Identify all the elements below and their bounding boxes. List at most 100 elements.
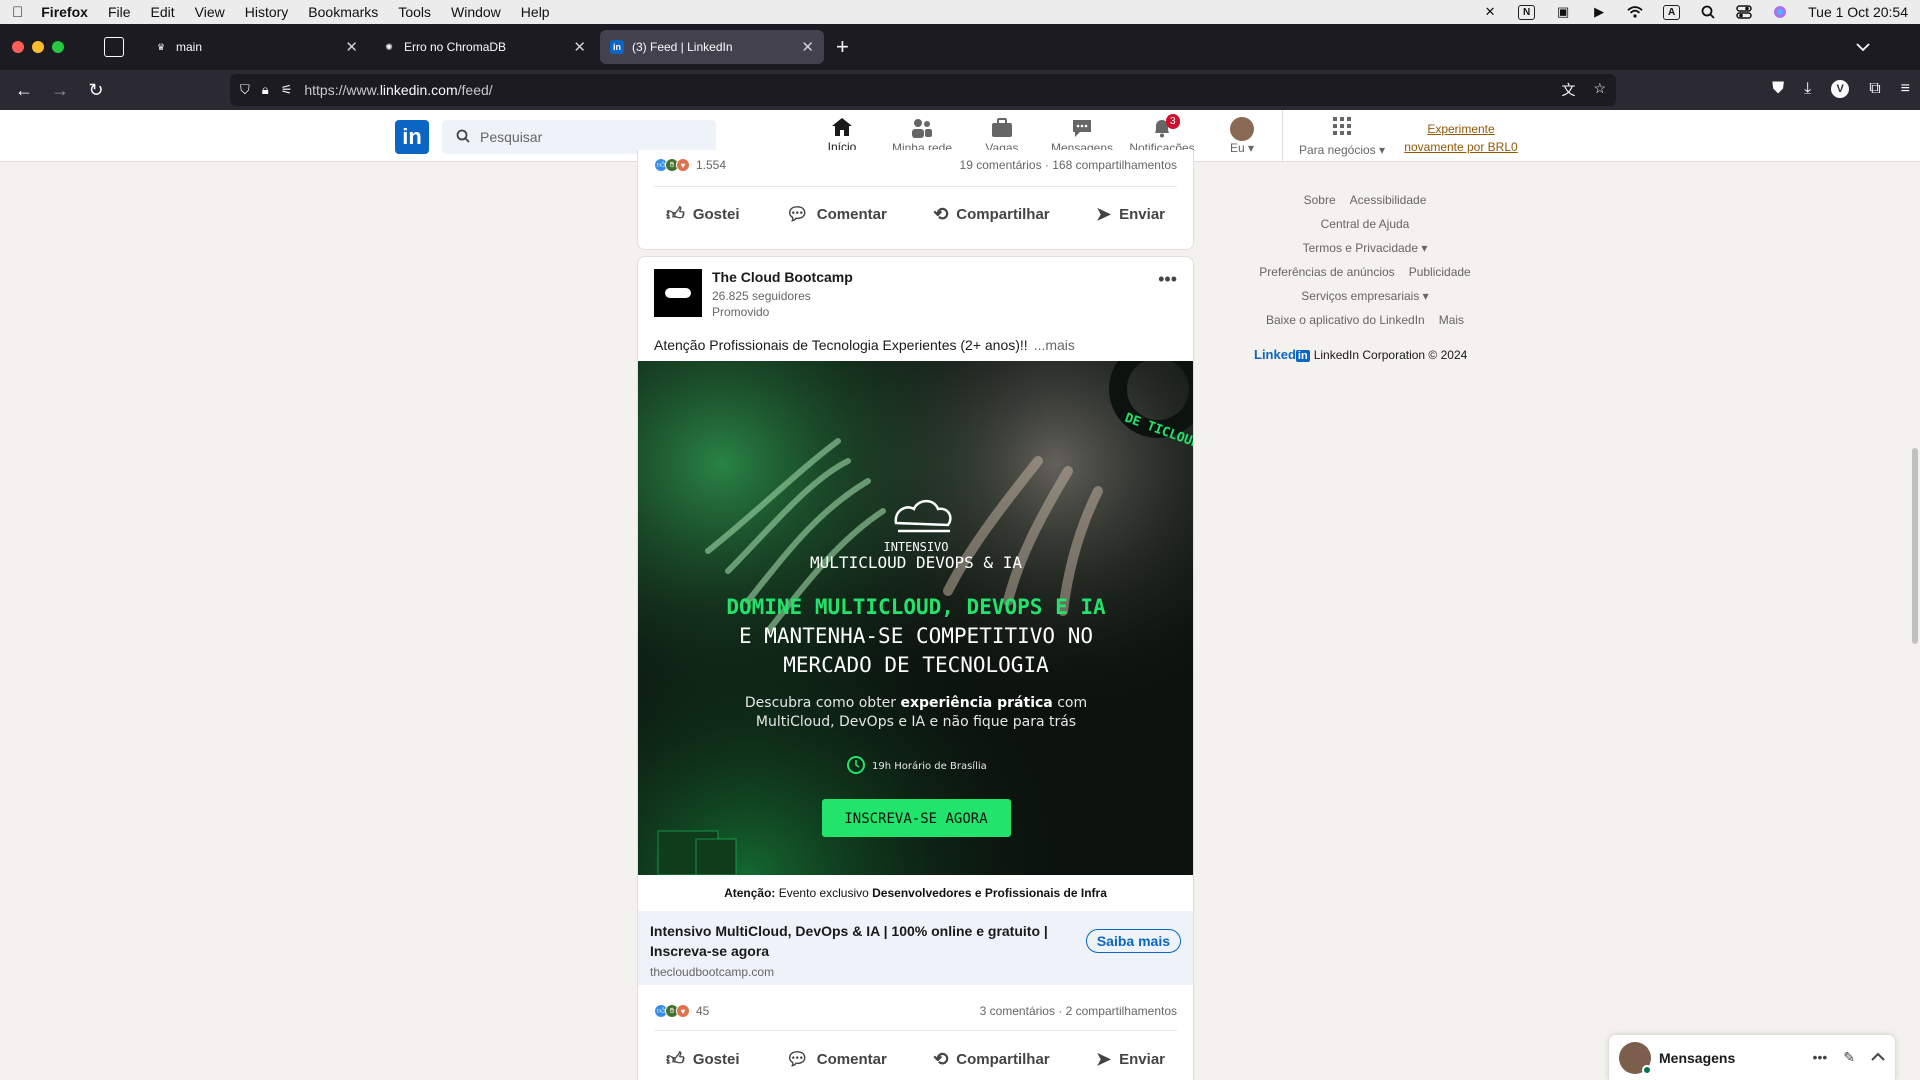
messaging-overlay[interactable]: Mensagens ••• ✎ [1608,1034,1896,1080]
company-logo[interactable] [654,269,702,317]
chat-icon [1070,117,1094,141]
reaction-icons[interactable]: 👍︎ ✋︎ ♥ [654,1004,690,1018]
input-source-icon[interactable]: A [1663,4,1681,20]
close-x-status-icon[interactable]: ✕ [1482,4,1498,19]
footer-link-accessibility[interactable]: Acessibilidade [1350,188,1427,212]
extensions-puzzle-icon[interactable]: ⧉ [1869,80,1880,98]
forward-arrow-icon[interactable]: → [42,80,78,101]
chevron-up-icon[interactable] [1871,1049,1885,1066]
footer-link-advertising[interactable]: Publicidade [1409,260,1471,284]
menu-edit[interactable]: Edit [151,4,175,20]
premium-line-1: Experimente [1427,122,1495,136]
notion-status-icon[interactable]: N [1518,4,1536,20]
post-text: Atenção Profissionais de Tecnologia Expe… [654,337,1075,353]
list-all-tabs-chevron-icon[interactable] [1856,39,1870,55]
openai-favicon-icon: ✺ [385,41,393,52]
for-business-menu[interactable]: Para negócios ▾ [1292,110,1392,162]
pocket-icon[interactable]: ⛊ [1772,80,1784,98]
company-name[interactable]: The Cloud Bootcamp [712,269,853,285]
site-permissions-icon[interactable]: ⚟ [281,82,293,98]
like-button[interactable]: 👍︎ Gostei [654,1038,752,1080]
messaging-title[interactable]: Mensagens [1659,1050,1813,1066]
footer-link-ad-choices[interactable]: Preferências de anúncios [1259,260,1394,284]
tab-close-icon[interactable]: ✕ [801,38,814,56]
reaction-count[interactable]: 45 [696,1004,709,1018]
footer-link-terms[interactable]: Termos e Privacidade ▾ [1303,236,1428,260]
menu-tools[interactable]: Tools [398,4,431,20]
tab-list-icon[interactable] [104,37,124,57]
more-options-icon[interactable]: ••• [1158,269,1177,290]
control-center-icon[interactable] [1736,5,1752,19]
close-window-button[interactable] [12,41,24,53]
comment-button[interactable]: 💬︎ Comentar [774,193,899,235]
repost-button[interactable]: ⟲ Compartilhar [921,193,1061,235]
comment-share-stats[interactable]: 3 comentários · 2 compartilhamentos [980,1004,1177,1018]
translate-icon[interactable]: 文 [1561,80,1575,100]
see-more-link[interactable]: ...mais [1034,337,1075,353]
menubar-clock[interactable]: Tue 1 Oct 20:54 [1808,4,1908,20]
ad-image[interactable]: DE TICLOUD INTENSIVO MULTICLOUD DEVOPS &… [638,361,1193,875]
reaction-icons[interactable]: 👍︎ ✋︎ ♥ [654,158,690,172]
footer-link-get-app[interactable]: Baixe o aplicativo do LinkedIn [1266,308,1425,332]
spotlight-search-icon[interactable] [1700,5,1716,19]
learn-more-button[interactable]: Saiba mais [1085,929,1181,953]
back-arrow-icon[interactable]: ← [6,80,42,101]
siri-icon[interactable] [1772,5,1788,19]
linkedin-logo[interactable]: in [395,120,429,154]
bookmark-star-icon[interactable]: ☆ [1593,80,1606,100]
post-actions: 👍︎ Gostei 💬︎ Comentar ⟲ Compartilhar ➤ Envia… [654,193,1177,235]
menu-bookmarks[interactable]: Bookmarks [308,4,378,20]
lock-icon[interactable]: 🔒︎ [262,82,269,98]
new-tab-icon[interactable]: + [836,34,849,60]
footer-link-help-center[interactable]: Central de Ajuda [1321,212,1410,236]
comment-button[interactable]: 💬︎ Comentar [774,1038,899,1080]
send-button[interactable]: ➤ Enviar [1084,193,1177,235]
play-status-icon[interactable]: ▶ [1591,4,1607,19]
search-input[interactable]: Pesquisar [442,120,716,154]
browser-tab-chromadb[interactable]: ✺ Erro no ChromaDB ✕ [372,30,596,64]
macos-menu-bar:  Firefox File Edit View History Bookmar… [0,0,1920,24]
browser-tab-main[interactable]: ♛ main ✕ [144,30,368,64]
footer-link-more[interactable]: Mais [1439,308,1464,332]
compose-message-icon[interactable]: ✎ [1843,1049,1855,1066]
menu-view[interactable]: View [195,4,225,20]
grid-apps-icon [1332,116,1352,139]
url-bar[interactable]: ⛉ 🔒︎ ⚟ https://www.linkedin.com/feed/ 文 … [230,74,1616,106]
premium-trial-link[interactable]: Experimente novamente por BRL0 [1400,120,1522,156]
minimize-window-button[interactable] [32,41,44,53]
apple-menu-icon[interactable]:  [12,4,23,21]
footer-link-business-services[interactable]: Serviços empresariais ▾ [1301,284,1428,308]
menu-app-firefox[interactable]: Firefox [41,4,88,20]
followers-count: 26.825 seguidores [712,289,811,303]
wifi-icon[interactable] [1627,5,1643,19]
zoom-window-button[interactable] [52,41,64,53]
nav-me[interactable]: Eu ▾ [1202,110,1282,162]
page-scrollbar[interactable] [1912,448,1918,644]
comment-share-stats[interactable]: 19 comentários · 168 compartilhamentos [960,158,1177,172]
reaction-count[interactable]: 1.554 [696,158,726,172]
repost-button[interactable]: ⟲ Compartilhar [921,1038,1061,1080]
ad-link-box[interactable]: Intensivo MultiCloud, DevOps & IA | 100%… [638,911,1193,985]
ad-link-title[interactable]: Intensivo MultiCloud, DevOps & IA | 100%… [650,921,1070,961]
browser-tab-linkedin[interactable]: in (3) Feed | LinkedIn ✕ [600,30,824,64]
reload-icon[interactable]: ↻ [78,80,114,101]
send-button[interactable]: ➤ Enviar [1084,1038,1177,1080]
menu-file[interactable]: File [108,4,131,20]
hamburger-menu-icon[interactable]: ≡ [1901,80,1910,98]
tab-close-icon[interactable]: ✕ [345,38,358,56]
ad-headline-line-1: E MANTENHA-SE COMPETITIVO NO [739,624,1093,648]
menu-help[interactable]: Help [521,4,550,20]
post-actions: 👍︎ Gostei 💬︎ Comentar ⟲ Compartilhar ➤ Envia… [654,1038,1177,1080]
extension-v-icon[interactable]: V [1831,80,1850,98]
more-options-icon[interactable]: ••• [1813,1049,1828,1066]
ad-badge: INTENSIVO [883,540,948,554]
tab-close-icon[interactable]: ✕ [573,38,586,56]
menu-window[interactable]: Window [451,4,501,20]
downloads-icon[interactable]: ⤓ [1804,80,1811,98]
tracking-shield-icon[interactable]: ⛉ [240,82,250,98]
footer-link-about[interactable]: Sobre [1304,188,1336,212]
menu-history[interactable]: History [245,4,289,20]
like-button[interactable]: 👍︎ Gostei [654,193,752,235]
url-text[interactable]: https://www.linkedin.com/feed/ [304,82,492,98]
calendar-status-icon[interactable]: ▣ [1555,4,1571,19]
